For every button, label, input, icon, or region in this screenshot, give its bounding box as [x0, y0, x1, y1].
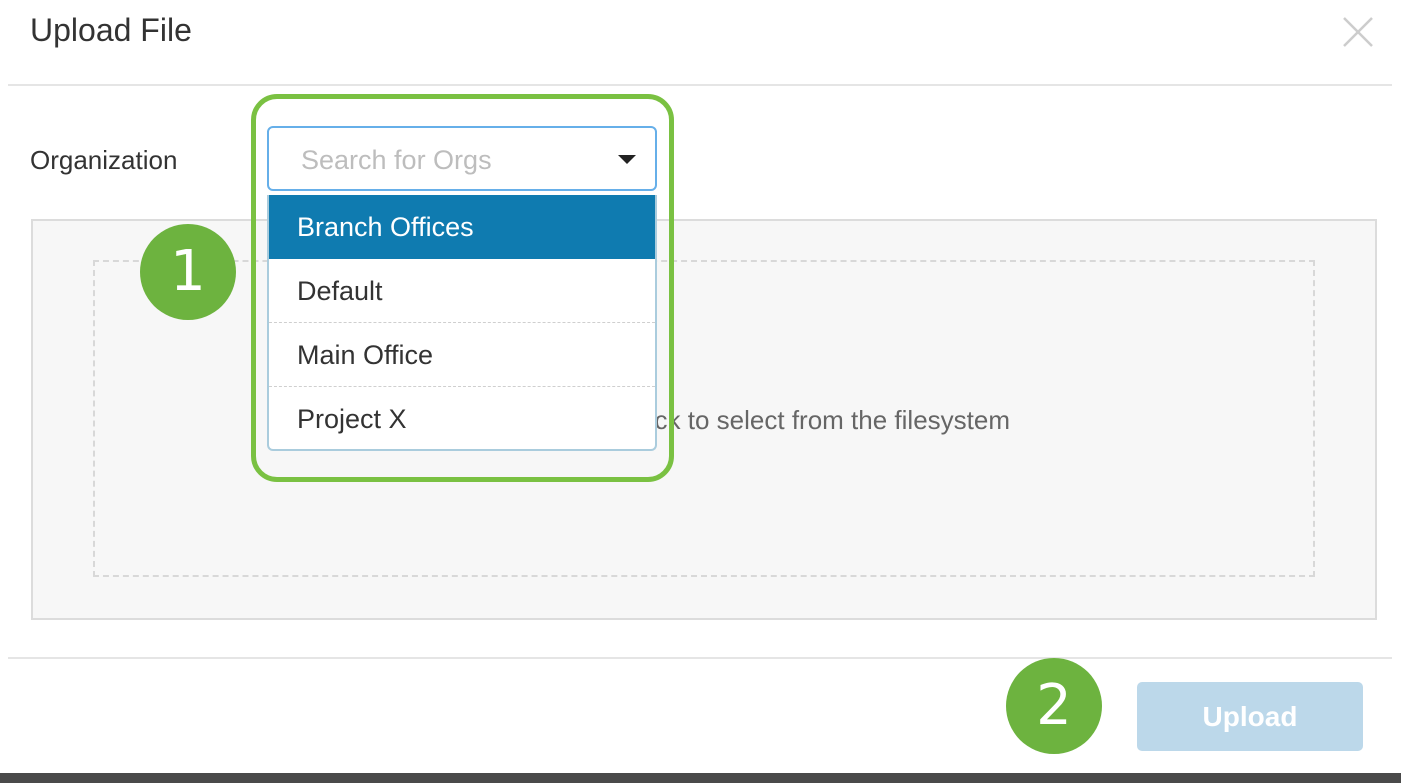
close-button[interactable]: [1338, 12, 1378, 52]
option-main-office[interactable]: Main Office: [269, 323, 655, 387]
option-label: Default: [297, 276, 383, 306]
option-label: Branch Offices: [297, 212, 474, 242]
dialog-title: Upload File: [30, 12, 192, 48]
footer-divider: [8, 657, 1392, 659]
close-icon: [1343, 17, 1373, 47]
organization-label: Organization: [30, 145, 178, 175]
header-divider: [8, 84, 1392, 86]
step-2-badge: 2: [1006, 658, 1102, 754]
option-label: Project X: [297, 404, 407, 434]
upload-button[interactable]: Upload: [1137, 682, 1363, 751]
option-branch-offices[interactable]: Branch Offices: [269, 195, 655, 259]
option-label: Main Office: [297, 340, 434, 370]
option-default[interactable]: Default: [269, 259, 655, 323]
option-project-x[interactable]: Project X: [269, 387, 655, 449]
dropzone-text: click to select from the filesystem: [630, 405, 1010, 435]
step-1-badge: 1: [140, 224, 236, 320]
upload-file-dialog: Upload File Organization click to select…: [0, 0, 1401, 783]
organization-options-list: Branch Offices Default Main Office Proje…: [267, 195, 657, 451]
bottom-bar: [0, 773, 1401, 783]
select-placeholder: Search for Orgs: [301, 145, 492, 175]
caret-down-icon: [618, 155, 636, 164]
organization-select[interactable]: Search for Orgs: [267, 126, 657, 191]
